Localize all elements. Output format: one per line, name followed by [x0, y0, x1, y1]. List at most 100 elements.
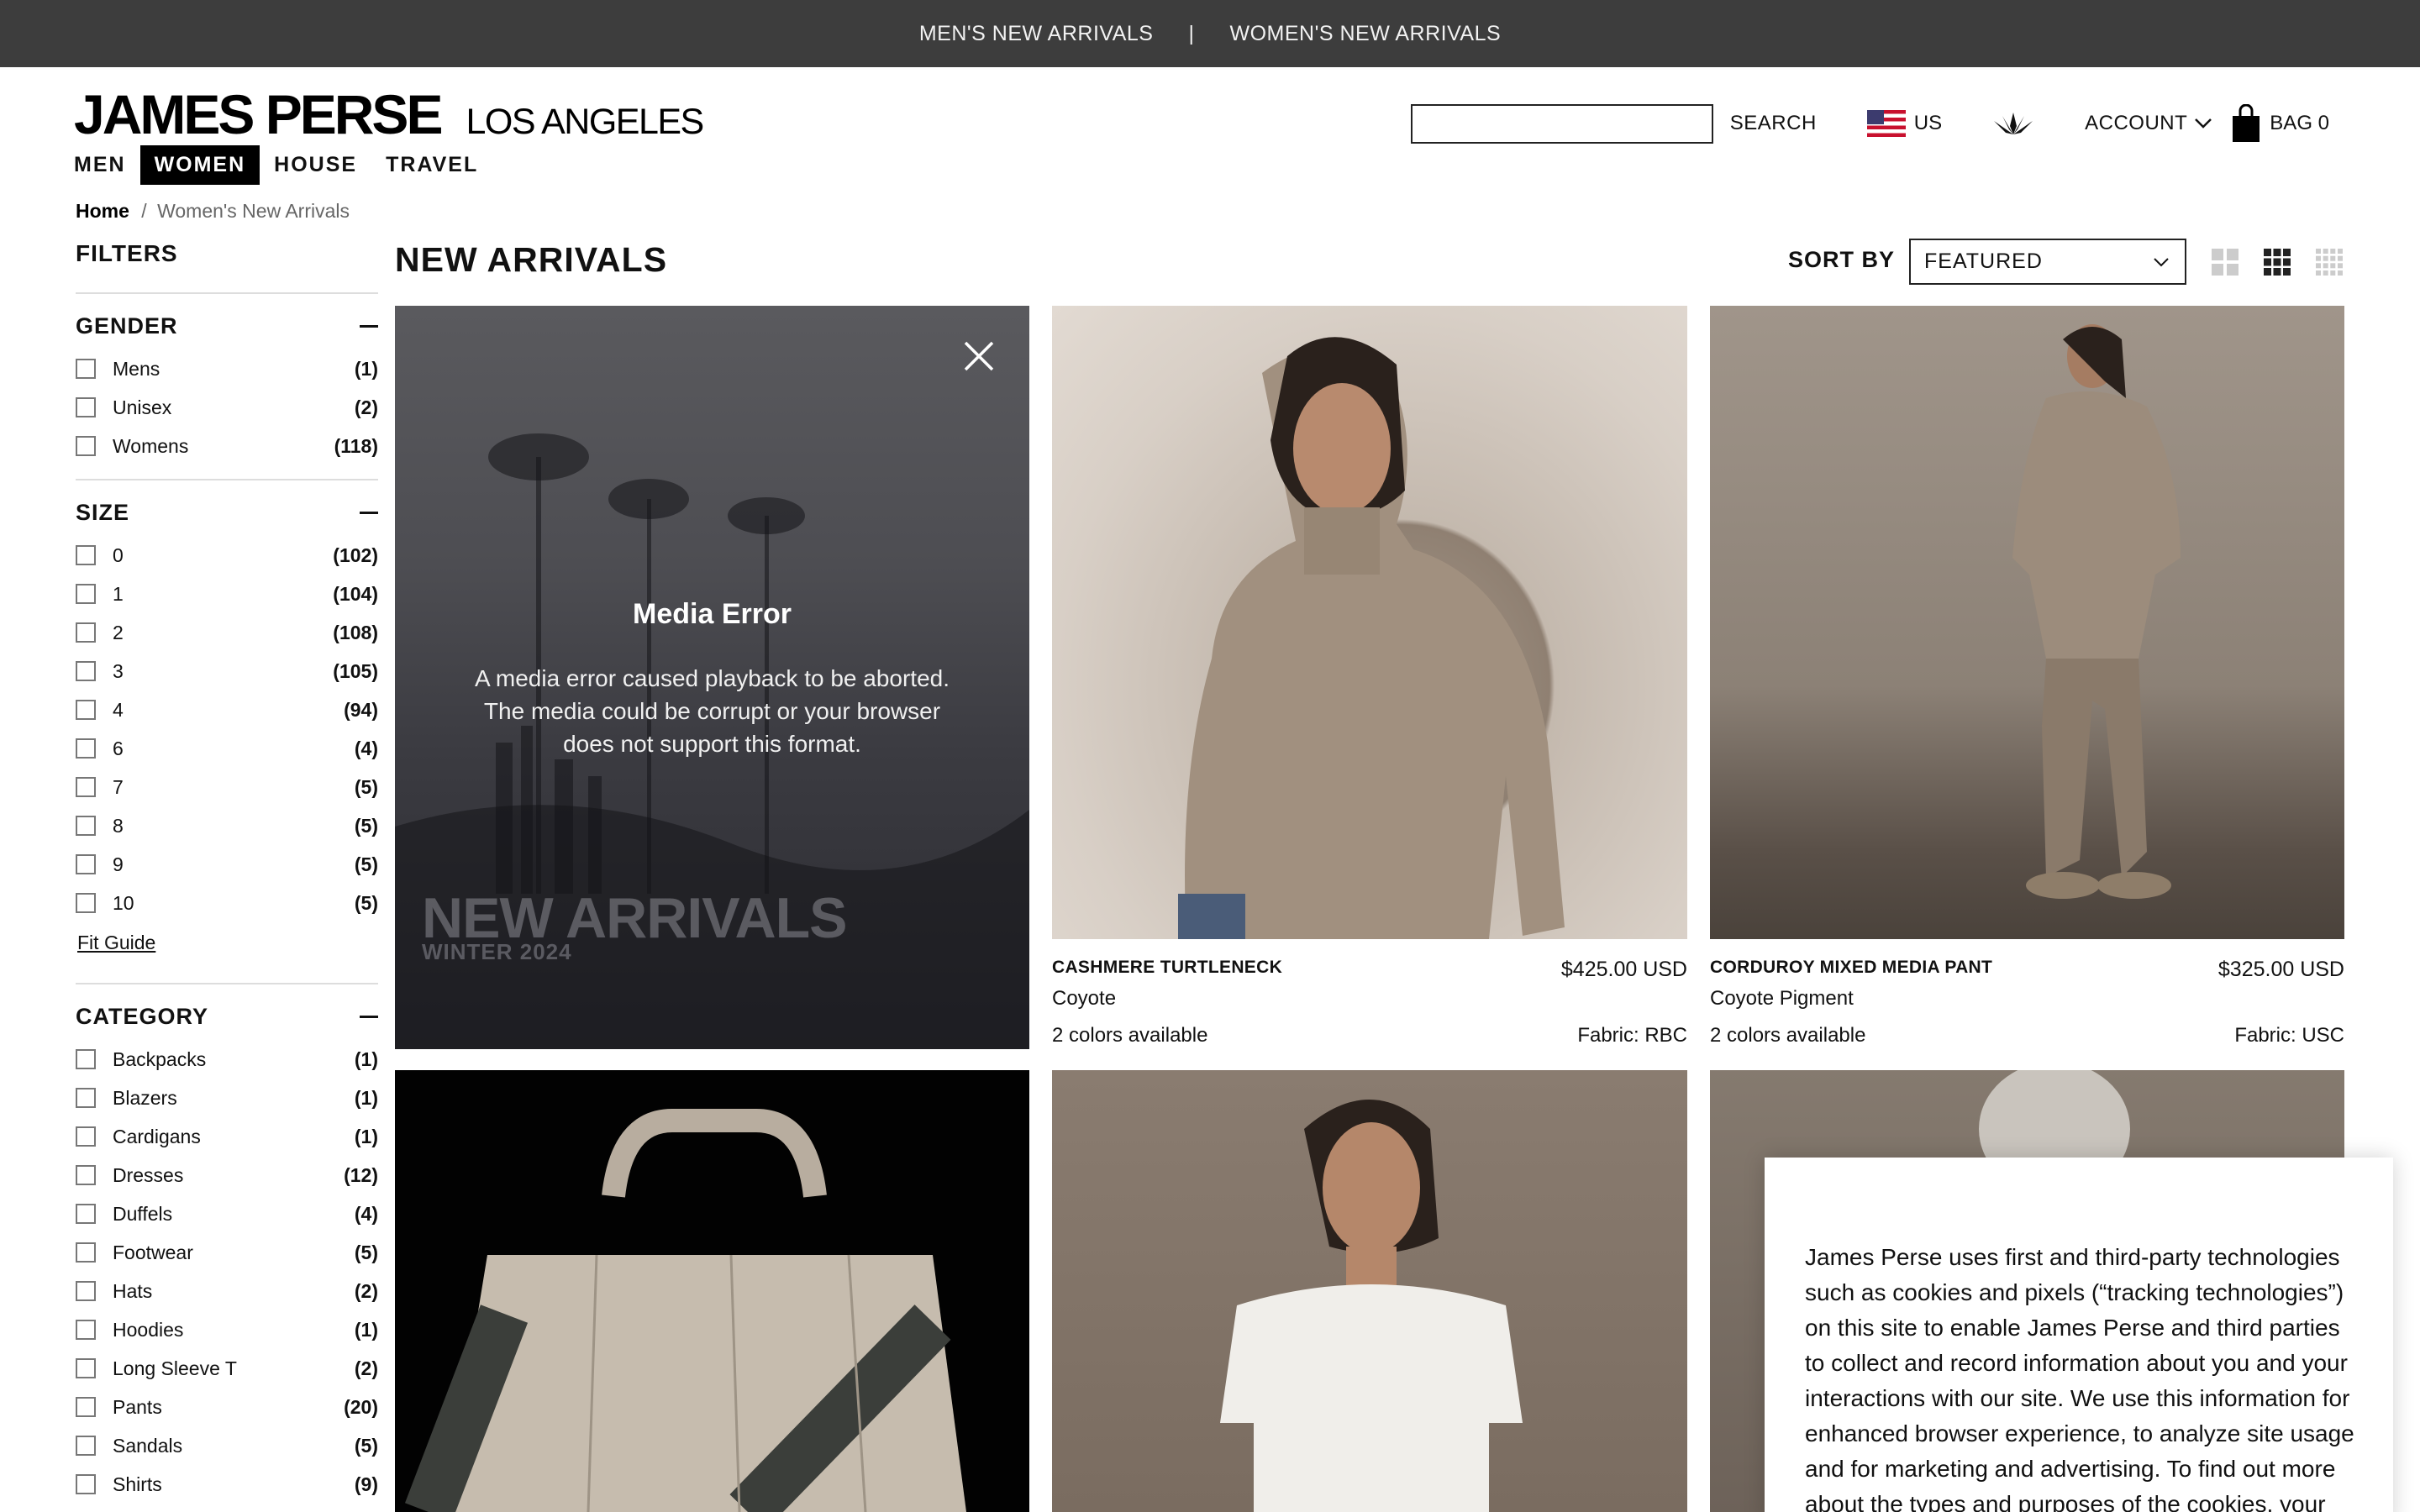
- product-colors-available[interactable]: 2 colors available: [1710, 1024, 1865, 1047]
- grid-2-icon[interactable]: [2212, 249, 2238, 276]
- filter-option-gender[interactable]: Womens (118): [76, 427, 378, 465]
- shopping-bag-icon[interactable]: [2231, 104, 2261, 143]
- checkbox[interactable]: [76, 1126, 96, 1147]
- filter-option-size[interactable]: 0 (102): [76, 536, 378, 575]
- product-name[interactable]: CORDUROY MIXED MEDIA PANT: [1710, 958, 1992, 982]
- filter-option-gender[interactable]: Mens (1): [76, 349, 378, 388]
- checkbox[interactable]: [76, 777, 96, 797]
- checkbox[interactable]: [76, 1242, 96, 1263]
- size-filter: SIZE 0 (102) 1 (104) 2 (108) 3 (105) 4 (94) 6 (4) 7 (…: [76, 479, 378, 969]
- media-error-line: The media could be corrupt or your brows…: [483, 698, 941, 724]
- product-image-tote-bag[interactable]: [395, 1070, 1029, 1512]
- filter-option-count: (1): [354, 1047, 378, 1070]
- checkbox[interactable]: [76, 1165, 96, 1185]
- checkbox[interactable]: [76, 854, 96, 874]
- filter-option-label: Mens: [113, 357, 160, 380]
- lotus-icon[interactable]: [1992, 111, 2034, 136]
- checkbox[interactable]: [76, 700, 96, 720]
- search-input[interactable]: [1410, 103, 1713, 144]
- filter-option-category[interactable]: Dresses (12): [76, 1156, 378, 1194]
- checkbox[interactable]: [76, 436, 96, 456]
- gender-filter: GENDER Mens (1) Unisex (2) Womens (118): [76, 292, 378, 465]
- grid-3-icon[interactable]: [2264, 249, 2291, 276]
- checkbox[interactable]: [76, 397, 96, 417]
- breadcrumb-home[interactable]: Home: [76, 200, 129, 222]
- sort-select[interactable]: FEATURED: [1909, 239, 2186, 285]
- bag-link[interactable]: BAG 0: [2270, 112, 2329, 135]
- account-menu[interactable]: ACCOUNT: [2085, 112, 2187, 135]
- filter-option-count: (9): [354, 1473, 378, 1495]
- collapse-icon[interactable]: [360, 511, 378, 514]
- collapse-icon[interactable]: [360, 1015, 378, 1018]
- filter-option-category[interactable]: Long Sleeve T (2): [76, 1349, 378, 1388]
- grid-4-icon[interactable]: [2316, 249, 2343, 276]
- country-selector[interactable]: US: [1914, 112, 1942, 135]
- us-flag-icon[interactable]: [1866, 110, 1906, 137]
- filter-option-category[interactable]: Sandals (5): [76, 1426, 378, 1465]
- nav-house[interactable]: HOUSE: [260, 145, 371, 185]
- gender-filter-header[interactable]: GENDER: [76, 313, 378, 339]
- checkbox[interactable]: [76, 1474, 96, 1494]
- gender-options: Mens (1) Unisex (2) Womens (118): [76, 349, 378, 465]
- checkbox[interactable]: [76, 738, 96, 759]
- search-button[interactable]: SEARCH: [1730, 112, 1817, 135]
- checkbox[interactable]: [76, 1358, 96, 1378]
- checkbox[interactable]: [76, 1281, 96, 1301]
- checkbox[interactable]: [76, 1397, 96, 1417]
- close-icon[interactable]: [962, 339, 996, 373]
- womens-new-arrivals-link[interactable]: WOMEN'S NEW ARRIVALS: [1229, 22, 1501, 46]
- filter-option-category[interactable]: Hats (2): [76, 1272, 378, 1310]
- filter-option-category[interactable]: Cardigans (1): [76, 1117, 378, 1156]
- filter-option-size[interactable]: 9 (5): [76, 845, 378, 884]
- filter-option-category[interactable]: Backpacks (1): [76, 1040, 378, 1079]
- nav-men[interactable]: MEN: [74, 145, 140, 185]
- category-filter-header[interactable]: CATEGORY: [76, 1003, 378, 1029]
- size-filter-header[interactable]: SIZE: [76, 499, 378, 525]
- filter-option-gender[interactable]: Unisex (2): [76, 388, 378, 427]
- filter-option-size[interactable]: 6 (4): [76, 729, 378, 768]
- filter-option-size[interactable]: 7 (5): [76, 768, 378, 806]
- checkbox[interactable]: [76, 1320, 96, 1340]
- announcement-bar: MEN'S NEW ARRIVALS | WOMEN'S NEW ARRIVAL…: [0, 0, 2420, 67]
- checkbox[interactable]: [76, 622, 96, 643]
- filter-option-category[interactable]: Blazers (1): [76, 1079, 378, 1117]
- checkbox[interactable]: [76, 359, 96, 379]
- checkbox[interactable]: [76, 1436, 96, 1456]
- product-image-cashmere-turtleneck[interactable]: [1052, 306, 1687, 939]
- checkbox[interactable]: [76, 661, 96, 681]
- size-filter-title: SIZE: [76, 499, 130, 525]
- filter-option-category[interactable]: Duffels (4): [76, 1194, 378, 1233]
- filter-option-category[interactable]: Pants (20): [76, 1388, 378, 1426]
- filter-option-size[interactable]: 8 (5): [76, 806, 378, 845]
- checkbox[interactable]: [76, 893, 96, 913]
- filter-option-category[interactable]: Shirts (9): [76, 1465, 378, 1504]
- filter-option-count: (102): [333, 543, 378, 566]
- filter-option-size[interactable]: 4 (94): [76, 690, 378, 729]
- product-name[interactable]: CASHMERE TURTLENECK: [1052, 958, 1282, 982]
- video-tile[interactable]: Media Error A media error caused playbac…: [395, 306, 1029, 1049]
- fit-guide-link[interactable]: Fit Guide: [77, 922, 378, 969]
- category-filter-title: CATEGORY: [76, 1003, 209, 1029]
- checkbox[interactable]: [76, 545, 96, 565]
- checkbox[interactable]: [76, 1049, 96, 1069]
- nav-travel[interactable]: TRAVEL: [371, 145, 492, 185]
- checkbox[interactable]: [76, 1204, 96, 1224]
- breadcrumb-separator: /: [141, 200, 147, 222]
- filter-option-size[interactable]: 10 (5): [76, 884, 378, 922]
- filter-option-category[interactable]: Footwear (5): [76, 1233, 378, 1272]
- nav-women[interactable]: WOMEN: [139, 145, 260, 185]
- product-image-corduroy-mixed-media-pant[interactable]: [1710, 306, 2344, 939]
- checkbox[interactable]: [76, 816, 96, 836]
- checkbox[interactable]: [76, 584, 96, 604]
- filter-option-size[interactable]: 3 (105): [76, 652, 378, 690]
- filter-option-size[interactable]: 1 (104): [76, 575, 378, 613]
- chevron-down-icon[interactable]: [2194, 118, 2212, 129]
- mens-new-arrivals-link[interactable]: MEN'S NEW ARRIVALS: [919, 22, 1154, 46]
- collapse-icon[interactable]: [360, 324, 378, 328]
- product-image-tee[interactable]: [1052, 1070, 1687, 1512]
- product-colors-available[interactable]: 2 colors available: [1052, 1024, 1207, 1047]
- checkbox[interactable]: [76, 1088, 96, 1108]
- brand-logo[interactable]: JAMES PERSE LOS ANGELES: [74, 87, 704, 143]
- filter-option-category[interactable]: Hoodies (1): [76, 1310, 378, 1349]
- filter-option-size[interactable]: 2 (108): [76, 613, 378, 652]
